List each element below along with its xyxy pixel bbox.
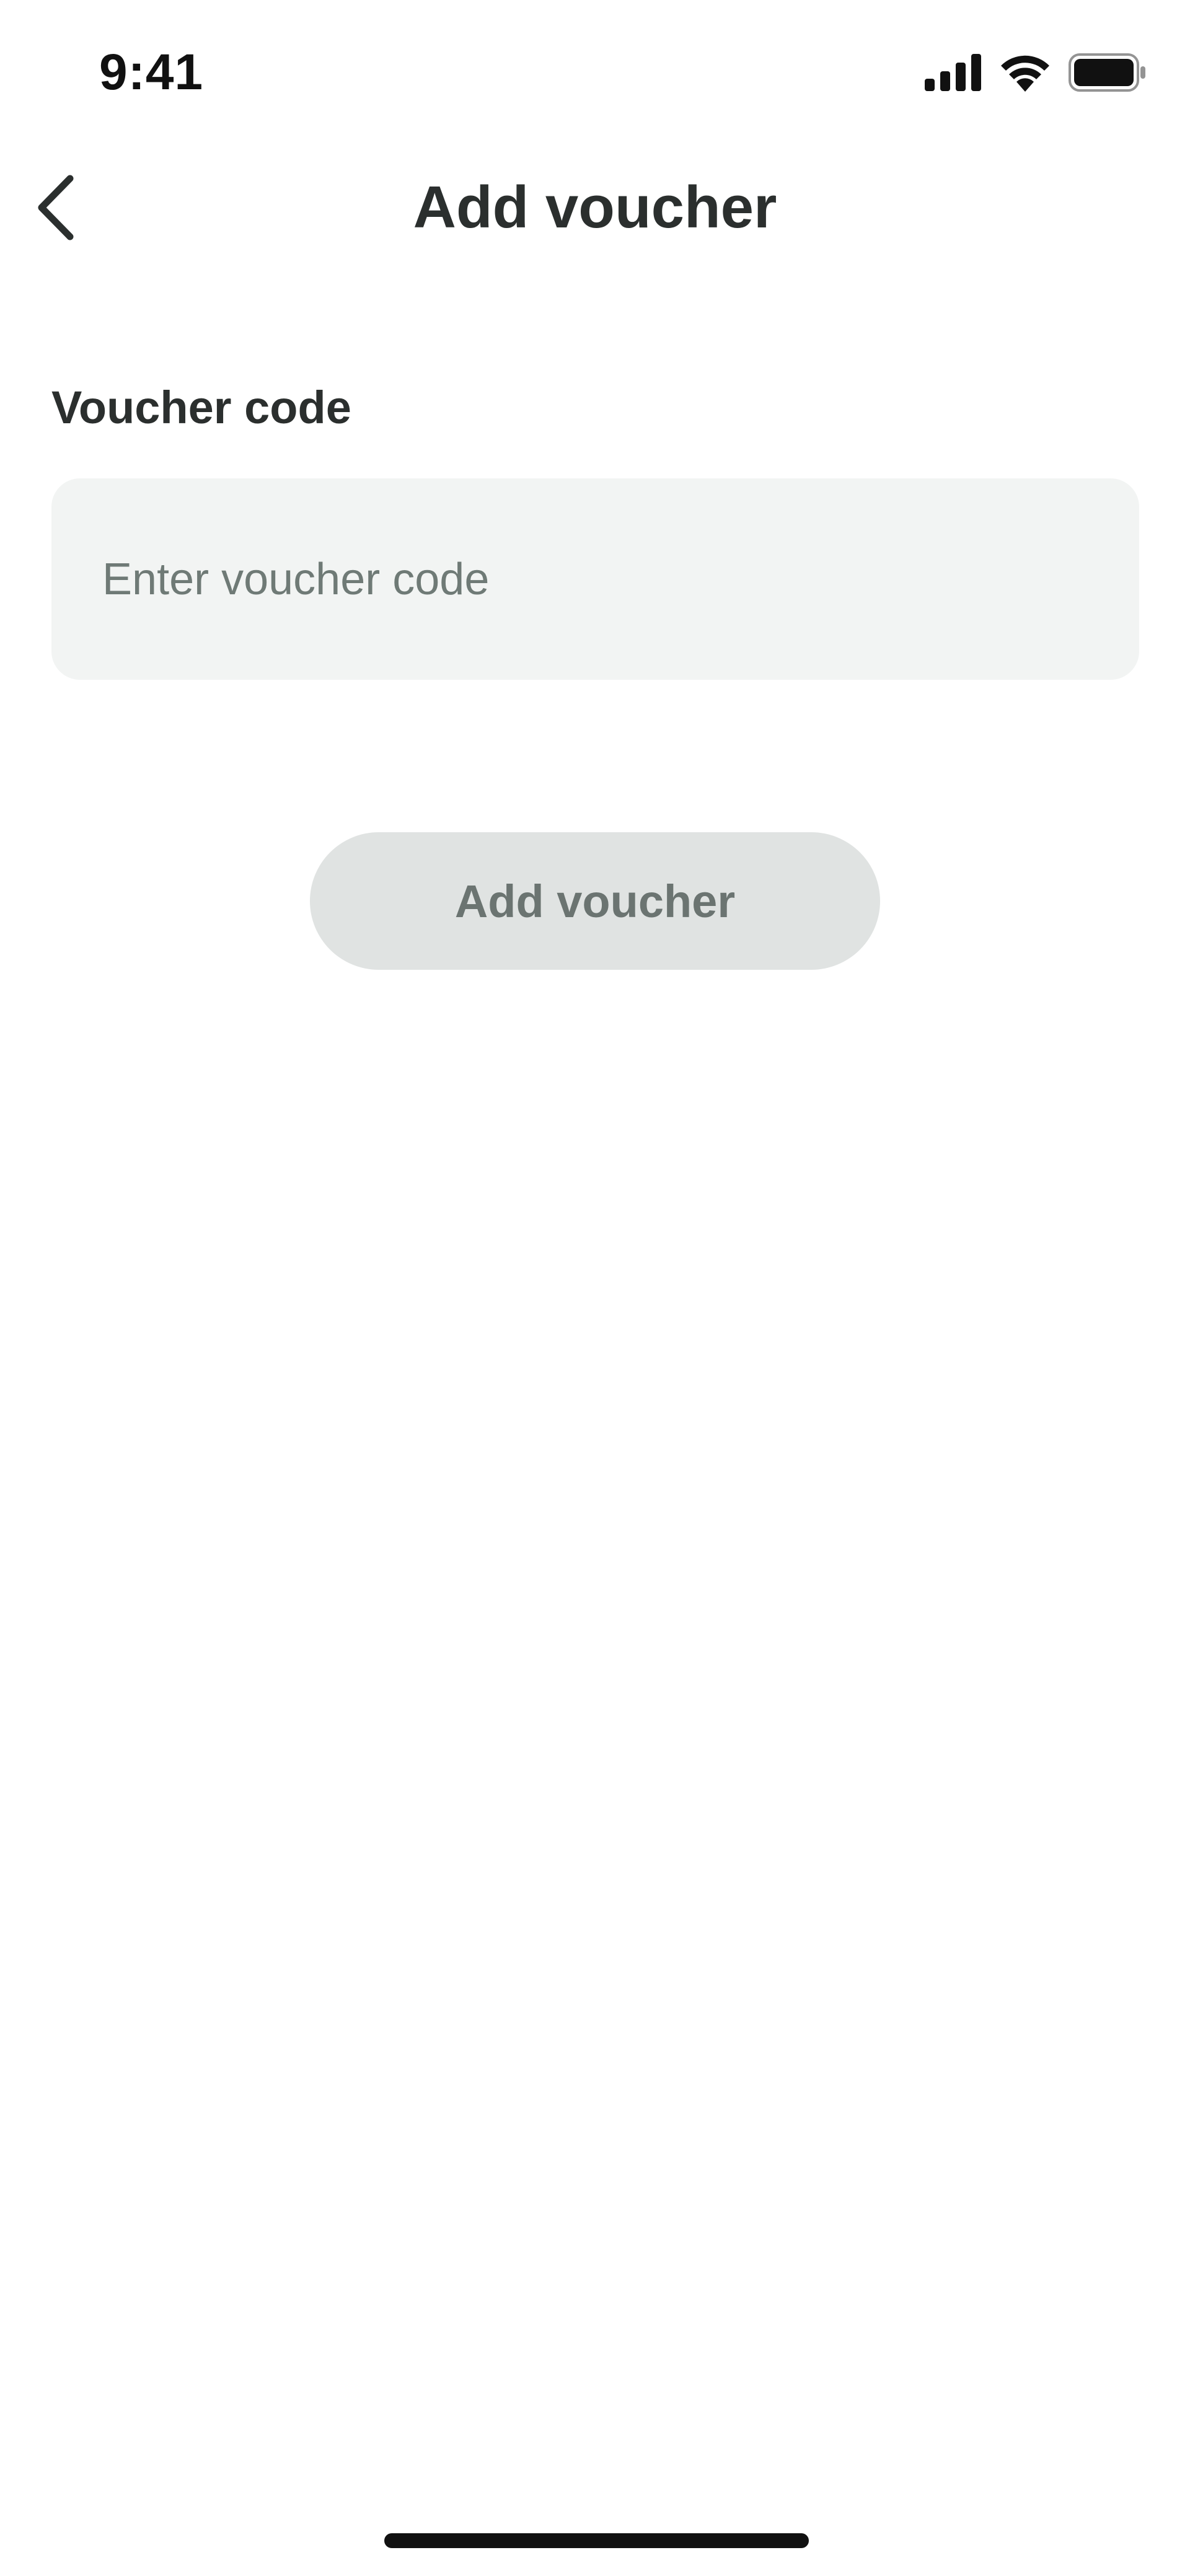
add-voucher-button[interactable]: Add voucher bbox=[310, 832, 880, 970]
status-time: 9:41 bbox=[99, 44, 204, 100]
header: Add voucher bbox=[0, 155, 1190, 260]
signal-icon bbox=[925, 54, 981, 91]
voucher-code-input[interactable] bbox=[51, 478, 1139, 680]
page-title: Add voucher bbox=[413, 174, 777, 240]
status-icons bbox=[925, 53, 1147, 92]
status-bar: 9:41 bbox=[0, 0, 1190, 143]
voucher-code-label: Voucher code bbox=[51, 382, 351, 433]
home-indicator bbox=[384, 2533, 809, 2548]
wifi-icon bbox=[1001, 55, 1049, 92]
battery-icon bbox=[1069, 53, 1145, 92]
